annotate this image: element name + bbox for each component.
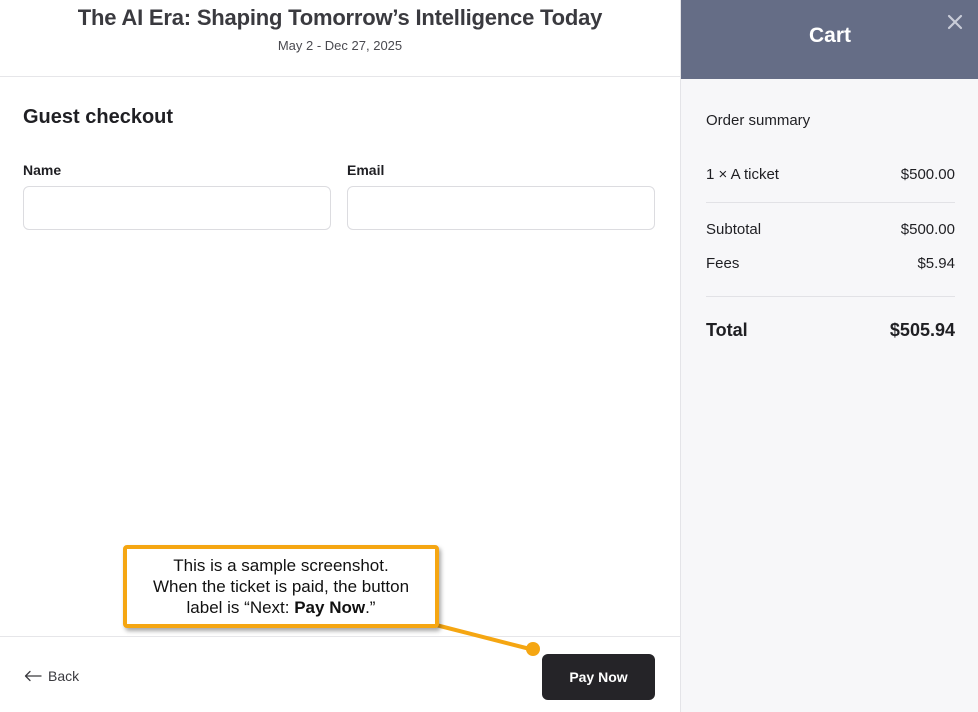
callout-line-2: When the ticket is paid, the button xyxy=(152,577,410,596)
cart-panel: Cart Order summary 1 × A ticket $500.00 … xyxy=(680,0,978,712)
close-icon xyxy=(947,14,963,30)
name-input[interactable] xyxy=(23,186,331,230)
total-row: Total $505.94 xyxy=(706,320,955,341)
total-value: $505.94 xyxy=(889,320,955,340)
close-button[interactable] xyxy=(945,12,965,32)
event-dates: May 2 - Dec 27, 2025 xyxy=(277,38,403,53)
subtotal-row: Subtotal $500.00 xyxy=(706,221,955,238)
cart-title: Cart xyxy=(808,24,851,47)
event-header: The AI Era: Shaping Tomorrow’s Intellige… xyxy=(0,0,680,77)
line-item-price: $500.00 xyxy=(900,166,955,183)
divider xyxy=(706,202,955,203)
callout-line-3-suffix: .” xyxy=(365,598,376,617)
line-item-label: 1 × A ticket xyxy=(706,166,779,183)
subtotal-value: $500.00 xyxy=(900,221,955,238)
divider xyxy=(706,296,955,297)
callout-line-3-bold: Pay Now xyxy=(294,598,366,617)
arrow-left-icon xyxy=(24,670,42,682)
back-label: Back xyxy=(48,668,80,684)
checkout-footer: Back Pay Now xyxy=(0,636,680,712)
guest-checkout-title: Guest checkout xyxy=(23,106,174,128)
total-label: Total xyxy=(706,320,748,340)
back-button[interactable]: Back xyxy=(24,668,79,684)
line-item-row: 1 × A ticket $500.00 xyxy=(706,166,955,183)
fees-row: Fees $5.94 xyxy=(706,255,955,272)
order-summary-title: Order summary xyxy=(706,112,811,129)
email-input[interactable] xyxy=(347,186,655,230)
email-label: Email xyxy=(347,162,385,178)
callout-line-1: This is a sample screenshot. xyxy=(173,556,389,575)
callout-line-3: label is “Next: Pay Now.” xyxy=(127,597,435,618)
fees-value: $5.94 xyxy=(917,255,955,272)
event-title: The AI Era: Shaping Tomorrow’s Intellige… xyxy=(77,5,603,30)
callout-line-3-prefix: label is “Next: xyxy=(186,598,295,617)
cart-header: Cart xyxy=(681,0,978,79)
pay-now-button[interactable]: Pay Now xyxy=(542,654,655,700)
sample-note-callout: This is a sample screenshot. When the ti… xyxy=(123,545,439,628)
name-label: Name xyxy=(23,162,62,178)
subtotal-label: Subtotal xyxy=(706,221,762,238)
fees-label: Fees xyxy=(706,255,740,272)
